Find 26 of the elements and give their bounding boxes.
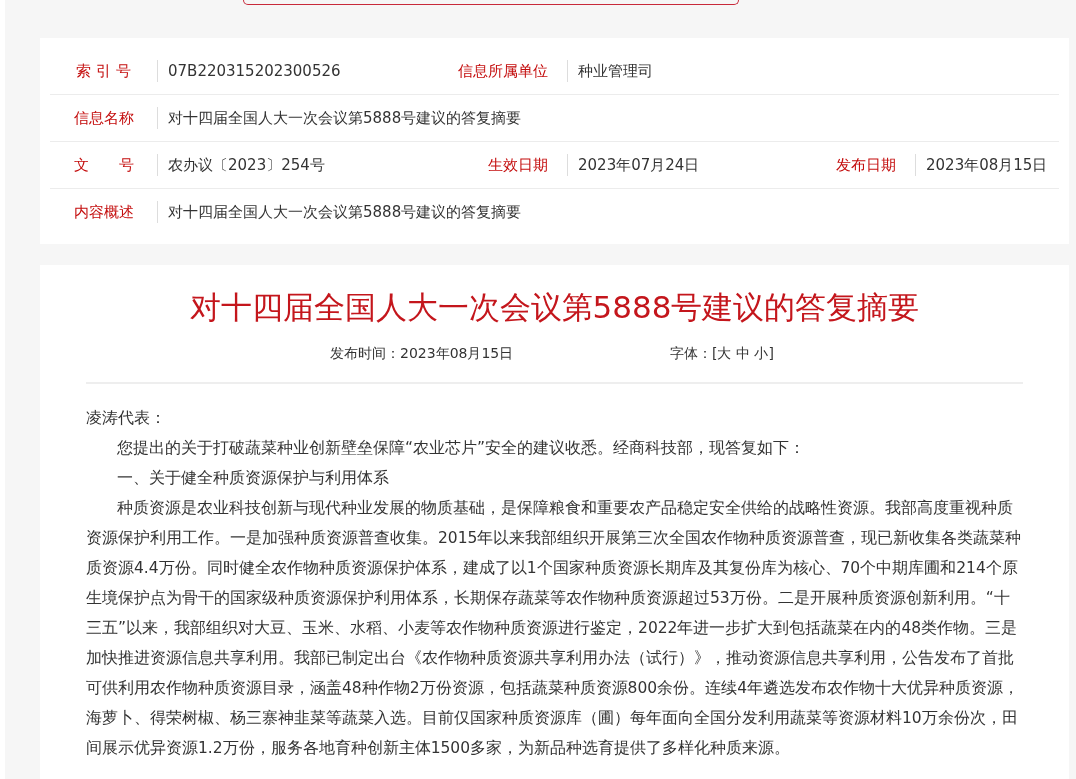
field-value: 农办议〔2023〕254号 xyxy=(157,154,440,176)
paragraph: 您提出的关于打破蔬菜种业创新壁垒保障“农业芯片”安全的建议收悉。经商科技部，现答复如下： xyxy=(116,438,807,459)
field-value: 2023年07月24日 xyxy=(567,154,818,176)
paragraph: 凌涛代表： xyxy=(86,408,167,429)
field-value: 07B220315202300526 xyxy=(157,60,440,82)
field-label: 信息所属单位 xyxy=(457,61,549,81)
field-value: 2023年08月15日 xyxy=(915,154,1059,176)
font-size-link[interactable]: 中 xyxy=(735,345,750,363)
paragraph: 一、关于健全种质资源保护与利用体系 xyxy=(116,468,390,489)
font-size-link[interactable]: 大 xyxy=(717,345,732,363)
bracket: ] xyxy=(768,345,774,361)
field-value: 种业管理司 xyxy=(567,60,818,82)
publish-time: 发布时间：2023年08月15日 xyxy=(330,345,515,363)
bracket: [ xyxy=(712,345,718,361)
font-size-link[interactable]: 小 xyxy=(754,345,769,363)
field-label: 文 号 xyxy=(72,155,135,175)
field-label: 生效日期 xyxy=(487,155,549,175)
article-title: 对十四届全国人大一次会议第5888号建议的答复摘要 xyxy=(188,288,921,327)
field-label: 索 引 号 xyxy=(75,61,132,81)
field-label: 信息名称 xyxy=(72,108,135,128)
field-label: 发布日期 xyxy=(835,155,897,175)
field-value: 对十四届全国人大一次会议第5888号建议的答复摘要 xyxy=(157,201,1059,223)
field-value: 对十四届全国人大一次会议第5888号建议的答复摘要 xyxy=(157,107,1059,129)
paragraph: 种质资源是农业科技创新与现代种业发展的物质基础，是保障粮食和重要农产品稳定安全供给的战略性资源。我部高度重视种质资源保护利用工作。一是加强种质资源普查收集。2015年以来我部组织开展第三次全国农作物种质资源普查，现已新收集各类蔬菜种质资源4.4万份。同时健全农作物种质资源保护体系，建成了以1个国家种质资源长期库及其复份库为核心、70个中期库圃和214个原生境保护点为骨干的国家级种质资源保护利用体系，长期保存蔬菜等农作物种质资源超过53万份。二是开展种质资源创新利用。“十三五”以来，我部组织对大豆、玉米、水稻、小麦等农作物种质资源进行鉴定，2022年进一步扩大到包括蔬菜在内的48类作物。三是加快推进资源信息共享利用。我部已制定出台《农作物种质资源共享利用办法（试行）》，推动资源信息共享利用，公告发布了首批可供利用农作物种质资源目录，涵盖48种作物2万份资源，包括蔬菜种质资源800余份。连续4年遴选发布农作物十大优异种质资源，海萝卜、得荣树椒、杨三寨神韭菜等蔬菜入选。目前仅国家种质资源库（圃）每年面向全国分发利用蔬菜等资源材料10万余份次，田间展示优异资源1.2万份，服务各地育种创新主体1500多家，为新品种选育提供了多样化种质来源。 xyxy=(86,498,1023,759)
field-label: 内容概述 xyxy=(72,202,135,222)
font-size-label: 字体： xyxy=(670,345,712,361)
